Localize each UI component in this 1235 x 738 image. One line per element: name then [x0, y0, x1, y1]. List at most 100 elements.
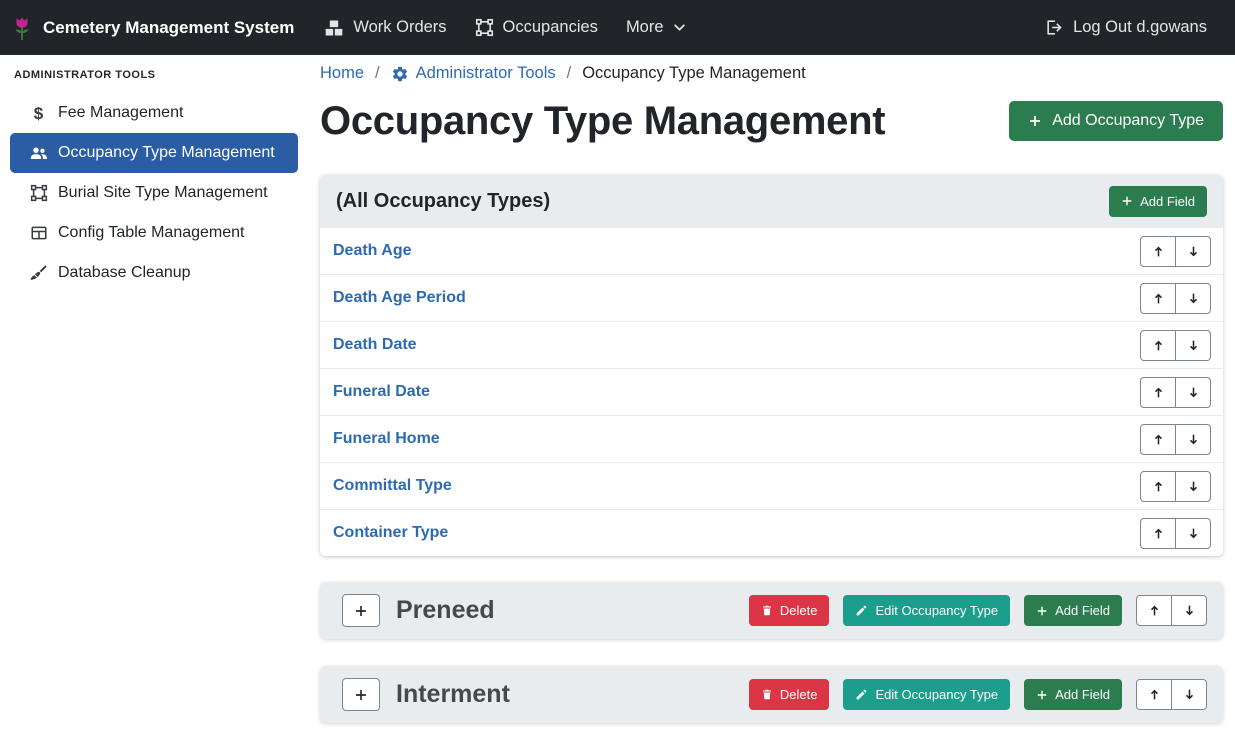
- add-field-button[interactable]: Add Field: [1024, 595, 1122, 626]
- arrow-up-icon: [1152, 386, 1165, 399]
- nav-item-work-orders[interactable]: Work Orders: [310, 8, 460, 48]
- section-title: Interment: [396, 680, 510, 709]
- add-occupancy-type-button[interactable]: Add Occupancy Type: [1009, 101, 1223, 141]
- sign-out-icon: [1045, 18, 1064, 37]
- occupancy-type-section-preneed: Preneed Delete Edit Occupancy Type Add F…: [320, 582, 1223, 639]
- sidebar-item-label: Burial Site Type Management: [58, 184, 268, 202]
- field-link[interactable]: Death Age Period: [333, 289, 466, 307]
- move-up-button[interactable]: [1140, 330, 1176, 361]
- boxes-icon: [324, 18, 344, 38]
- vector-square-icon: [28, 184, 49, 202]
- arrow-down-icon: [1187, 339, 1200, 352]
- edit-label: Edit Occupancy Type: [875, 603, 998, 618]
- section-title: Preneed: [396, 596, 495, 625]
- card-title: (All Occupancy Types): [336, 190, 550, 213]
- field-link[interactable]: Funeral Date: [333, 383, 430, 401]
- delete-label: Delete: [780, 687, 818, 702]
- breadcrumb-home-link[interactable]: Home: [320, 64, 364, 83]
- reorder-buttons: [1140, 471, 1211, 502]
- delete-label: Delete: [780, 603, 818, 618]
- pencil-icon: [855, 688, 868, 701]
- move-up-button[interactable]: [1140, 471, 1176, 502]
- arrow-up-icon: [1152, 433, 1165, 446]
- move-up-button[interactable]: [1140, 518, 1176, 549]
- delete-button[interactable]: Delete: [749, 679, 830, 710]
- table-icon: [28, 224, 49, 242]
- flower-logo-icon: [10, 15, 34, 41]
- logout-label: Log Out d.gowans: [1073, 18, 1207, 37]
- field-link[interactable]: Container Type: [333, 524, 448, 542]
- breadcrumb-admin-tools-link[interactable]: Administrator Tools: [391, 64, 556, 83]
- move-down-button[interactable]: [1175, 236, 1211, 267]
- move-down-button[interactable]: [1171, 595, 1207, 626]
- move-down-button[interactable]: [1175, 330, 1211, 361]
- field-row: Container Type: [320, 509, 1223, 556]
- title-row: Occupancy Type Management Add Occupancy …: [320, 97, 1223, 145]
- move-up-button[interactable]: [1140, 236, 1176, 267]
- reorder-buttons: [1140, 330, 1211, 361]
- expand-section-button[interactable]: [342, 678, 380, 711]
- expand-section-button[interactable]: [342, 594, 380, 627]
- edit-occupancy-type-button[interactable]: Edit Occupancy Type: [843, 679, 1010, 710]
- delete-button[interactable]: Delete: [749, 595, 830, 626]
- arrow-up-icon: [1152, 292, 1165, 305]
- move-down-button[interactable]: [1175, 518, 1211, 549]
- pencil-icon: [855, 604, 868, 617]
- nav-item-occupancies[interactable]: Occupancies: [461, 8, 612, 47]
- move-down-button[interactable]: [1175, 283, 1211, 314]
- field-row: Death Date: [320, 321, 1223, 368]
- breadcrumb-separator: /: [567, 64, 572, 83]
- arrow-down-icon: [1187, 433, 1200, 446]
- move-up-button[interactable]: [1136, 679, 1172, 710]
- move-up-button[interactable]: [1140, 283, 1176, 314]
- field-link[interactable]: Death Age: [333, 242, 412, 260]
- field-link[interactable]: Funeral Home: [333, 430, 440, 448]
- add-field-button[interactable]: Add Field: [1109, 186, 1207, 217]
- reorder-buttons: [1140, 424, 1211, 455]
- field-link[interactable]: Committal Type: [333, 477, 452, 495]
- plus-icon: [1036, 689, 1048, 701]
- reorder-buttons: [1140, 236, 1211, 267]
- arrow-down-icon: [1187, 480, 1200, 493]
- top-navbar: Cemetery Management System Work Orders O…: [0, 0, 1235, 55]
- add-field-label: Add Field: [1055, 603, 1110, 618]
- move-down-button[interactable]: [1175, 377, 1211, 408]
- sidebar-item-fee-management[interactable]: $ Fee Management: [10, 93, 298, 133]
- nav-item-label: Occupancies: [503, 18, 598, 37]
- sidebar: Administrator Tools $ Fee Management Occ…: [0, 55, 308, 738]
- sidebar-item-config-table-management[interactable]: Config Table Management: [10, 213, 298, 253]
- add-field-button[interactable]: Add Field: [1024, 679, 1122, 710]
- move-down-button[interactable]: [1175, 471, 1211, 502]
- arrow-up-icon: [1152, 527, 1165, 540]
- sidebar-item-label: Fee Management: [58, 104, 183, 122]
- sidebar-item-occupancy-type-management[interactable]: Occupancy Type Management: [10, 133, 298, 173]
- move-up-button[interactable]: [1140, 424, 1176, 455]
- arrow-down-icon: [1183, 604, 1196, 617]
- sidebar-item-database-cleanup[interactable]: Database Cleanup: [10, 253, 298, 293]
- move-down-button[interactable]: [1171, 679, 1207, 710]
- edit-occupancy-type-button[interactable]: Edit Occupancy Type: [843, 595, 1010, 626]
- logout-button[interactable]: Log Out d.gowans: [1031, 8, 1221, 47]
- arrow-up-icon: [1148, 688, 1161, 701]
- move-up-button[interactable]: [1136, 595, 1172, 626]
- sidebar-item-label: Occupancy Type Management: [58, 144, 275, 162]
- plus-icon: [354, 688, 368, 702]
- section-actions: Delete Edit Occupancy Type Add Field: [749, 679, 1207, 710]
- move-down-button[interactable]: [1175, 424, 1211, 455]
- plus-icon: [1036, 605, 1048, 617]
- main-content: Home / Administrator Tools / Occupancy T…: [308, 55, 1235, 738]
- chevron-down-icon: [673, 21, 686, 34]
- reorder-buttons: [1140, 518, 1211, 549]
- field-link[interactable]: Death Date: [333, 336, 417, 354]
- nav-item-label: More: [626, 18, 664, 37]
- nav-item-more[interactable]: More: [612, 8, 700, 47]
- field-row: Committal Type: [320, 462, 1223, 509]
- sidebar-item-burial-site-type-management[interactable]: Burial Site Type Management: [10, 173, 298, 213]
- arrow-down-icon: [1187, 386, 1200, 399]
- field-row: Death Age Period: [320, 274, 1223, 321]
- arrow-down-icon: [1187, 292, 1200, 305]
- broom-icon: [28, 264, 49, 283]
- brand[interactable]: Cemetery Management System: [10, 15, 294, 41]
- move-up-button[interactable]: [1140, 377, 1176, 408]
- field-row: Funeral Date: [320, 368, 1223, 415]
